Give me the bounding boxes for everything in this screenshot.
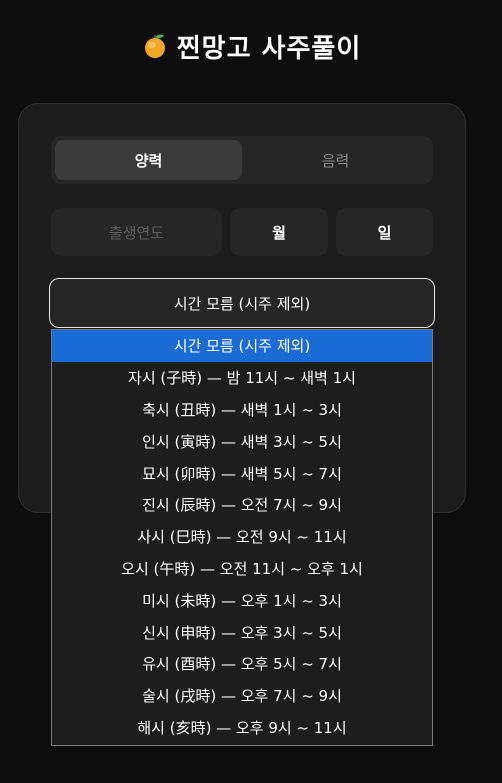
time-option[interactable]: 시간 모름 (시주 제외) bbox=[52, 330, 432, 362]
lunar-tab[interactable]: 음력 bbox=[242, 140, 429, 180]
page: 찐망고 사주풀이 양력 음력 출생연도 월 일 시간 모름 (시주 제외) 시간… bbox=[0, 0, 502, 783]
page-title: 찐망고 사주풀이 bbox=[176, 33, 362, 64]
time-option[interactable]: 미시 (未時) — 오후 1시 ~ 3시 bbox=[52, 584, 432, 616]
time-option[interactable]: 술시 (戌時) — 오후 7시 ~ 9시 bbox=[52, 680, 432, 712]
time-option[interactable]: 해시 (亥時) — 오후 9시 ~ 11시 bbox=[52, 712, 432, 744]
calendar-toggle: 양력 음력 bbox=[51, 136, 433, 184]
page-header: 찐망고 사주풀이 bbox=[0, 26, 502, 66]
birth-month-select[interactable]: 월 bbox=[230, 208, 328, 256]
mango-icon bbox=[144, 34, 165, 58]
time-option[interactable]: 오시 (午時) — 오전 11시 ~ 오후 1시 bbox=[52, 553, 432, 585]
birth-time-dropdown: 시간 모름 (시주 제외) 자시 (子時) — 밤 11시 ~ 새벽 1시 축시 (… bbox=[51, 329, 433, 746]
time-option[interactable]: 진시 (辰時) — 오전 7시 ~ 9시 bbox=[52, 489, 432, 521]
solar-tab[interactable]: 양력 bbox=[55, 140, 242, 180]
birth-day-select[interactable]: 일 bbox=[336, 208, 433, 256]
time-option[interactable]: 사시 (巳時) — 오전 9시 ~ 11시 bbox=[52, 521, 432, 553]
time-option[interactable]: 유시 (酉時) — 오후 5시 ~ 7시 bbox=[52, 648, 432, 680]
birth-year-input[interactable]: 출생연도 bbox=[51, 208, 222, 256]
time-option[interactable]: 신시 (申時) — 오후 3시 ~ 5시 bbox=[52, 616, 432, 648]
birth-time-select[interactable]: 시간 모름 (시주 제외) bbox=[49, 278, 435, 328]
time-option[interactable]: 축시 (丑時) — 새벽 1시 ~ 3시 bbox=[52, 394, 432, 426]
time-option[interactable]: 자시 (子時) — 밤 11시 ~ 새벽 1시 bbox=[52, 362, 432, 394]
time-option[interactable]: 인시 (寅時) — 새벽 3시 ~ 5시 bbox=[52, 425, 432, 457]
time-option[interactable]: 묘시 (卯時) — 새벽 5시 ~ 7시 bbox=[52, 457, 432, 489]
